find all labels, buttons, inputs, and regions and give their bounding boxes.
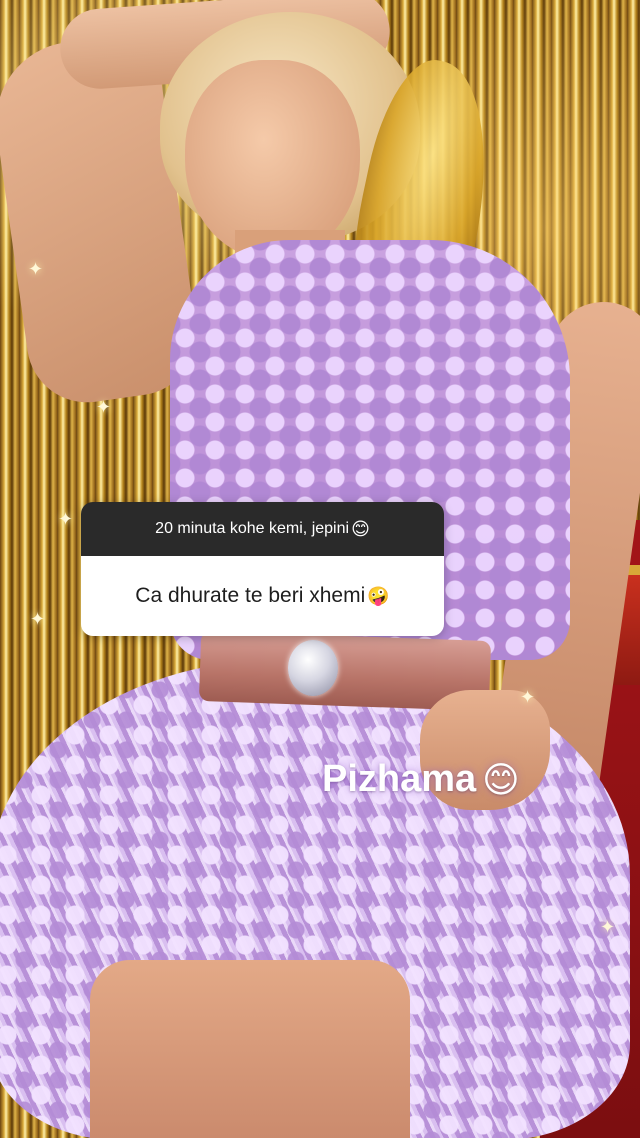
crystal-brooch: [288, 640, 338, 696]
smiling-face-icon: 😊: [351, 519, 370, 539]
question-sticker-header: 20 minuta kohe kemi, jepini 😊: [81, 502, 444, 556]
question-text: Ca dhurate te beri xhemi: [135, 584, 366, 607]
answer-text: Pizhama: [322, 758, 477, 800]
legs: [90, 960, 410, 1138]
answer-text-overlay: Pizhama 😊: [322, 758, 520, 801]
zany-face-icon: 🤪: [367, 586, 390, 606]
question-sticker-body: Ca dhurate te beri xhemi 🤪: [81, 556, 444, 636]
sparkle-icon: ✦: [96, 397, 112, 417]
question-sticker[interactable]: 20 minuta kohe kemi, jepini 😊 Ca dhurate…: [81, 502, 444, 636]
sparkle-icon: ✦: [520, 687, 536, 707]
question-sticker-header-text: 20 minuta kohe kemi, jepini: [155, 520, 350, 537]
smiling-face-icon: 😊: [482, 758, 520, 800]
sparkle-icon: ✦: [600, 917, 616, 937]
sparkle-icon: ✦: [28, 259, 44, 279]
sparkle-icon: ✦: [30, 609, 46, 629]
sparkle-icon: ✦: [58, 509, 74, 529]
